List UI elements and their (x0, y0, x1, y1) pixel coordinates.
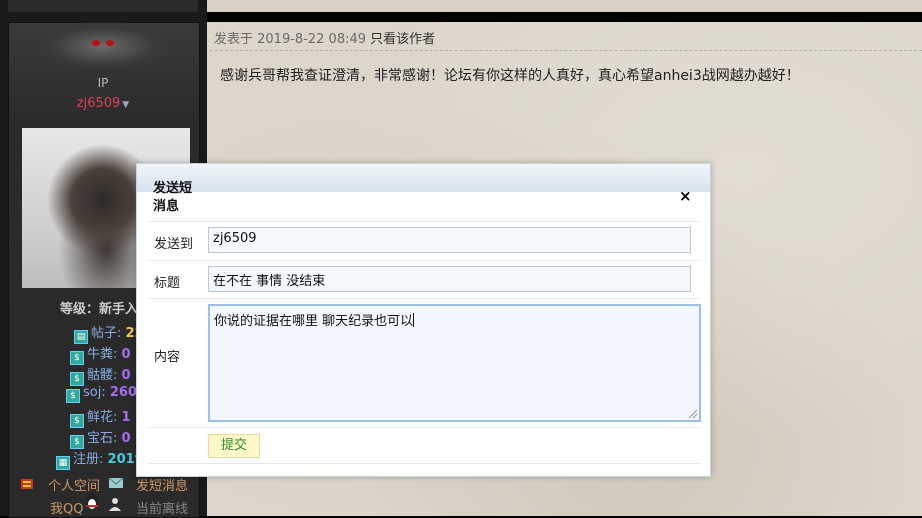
recipient-input[interactable]: zj6509 (208, 227, 691, 253)
stat-label: 骷髅: (87, 368, 118, 383)
currency-icon: $ (70, 435, 84, 449)
qq-penguin-icon[interactable] (84, 493, 98, 510)
stat-dung: $ 牛粪: 0 (70, 343, 131, 365)
mail-icon[interactable] (108, 476, 124, 490)
stat-label: 牛粪: (87, 347, 118, 362)
post-timestamp: 发表于 2019-8-22 08:49 (214, 32, 367, 47)
user-icon (108, 497, 122, 511)
ip-label: IP (97, 76, 109, 90)
post-meta: 发表于 2019-8-22 08:49 只看该作者 (214, 28, 435, 47)
stat-label: 帖子: (91, 326, 122, 341)
online-status: 当前离线 (136, 502, 189, 517)
send-message-link[interactable]: 发短消息 (136, 475, 188, 494)
close-icon[interactable]: × (679, 187, 692, 205)
content-text[interactable]: 你说的证据在哪里 聊天纪录也可以 (214, 314, 413, 329)
stat-soj: $ soj: 2606 (66, 385, 146, 403)
currency-icon: $ (70, 372, 84, 386)
top-strip (207, 0, 922, 12)
posts-icon: ▤ (74, 330, 88, 344)
stat-skull: $ 骷髅: 0 (70, 364, 131, 386)
user-grade: 等级：新手入 (60, 302, 139, 317)
post-body: 感谢兵哥帮我查证澄清，非常感谢！论坛有你这样的人真好，真心希望anhei3战网越… (220, 68, 800, 84)
recipient-label: 发送到 (154, 237, 194, 252)
submit-button[interactable]: 提交 (208, 434, 260, 458)
stat-label: 宝石: (87, 431, 118, 446)
subject-input[interactable]: 在不在 事情 没结束 (208, 266, 691, 292)
meta-divider (210, 50, 922, 51)
stat-value: 0 (121, 368, 131, 383)
personal-space-link[interactable]: 个人空间 (48, 475, 100, 494)
resize-grip-icon[interactable] (689, 410, 697, 418)
stat-label: soj: (83, 385, 106, 400)
dialog-title: 发送短消息 (153, 181, 193, 214)
home-icon[interactable] (20, 476, 34, 490)
stat-posts: ▤ 帖子: 22 (74, 322, 144, 344)
stat-gems: $ 宝石: 0 (70, 427, 131, 449)
username-text[interactable]: zj6509 (77, 96, 121, 111)
subject-label: 标题 (154, 276, 181, 291)
demon-emblem-icon (38, 22, 168, 70)
stat-flowers: $ 鲜花: 1 (70, 406, 131, 428)
row-divider (149, 298, 699, 299)
currency-icon: $ (70, 414, 84, 428)
send-message-dialog: 发送短消息 × 发送到 zj6509 标题 在不在 事情 没结束 内容 你说的证… (136, 163, 711, 477)
stat-value: 0 (121, 347, 131, 362)
only-author-link[interactable]: 只看该作者 (370, 32, 435, 47)
stat-value: 0 (121, 431, 131, 446)
row-divider (149, 427, 699, 428)
chevron-down-icon[interactable]: ▼ (122, 100, 129, 110)
stat-value: 1 (121, 410, 131, 425)
my-qq-link[interactable]: 我QQ (50, 498, 83, 517)
top-divider (207, 12, 922, 22)
row-divider (149, 260, 699, 261)
text-cursor (413, 313, 415, 327)
calendar-icon: ▦ (56, 456, 70, 470)
row-divider (149, 463, 699, 464)
content-label: 内容 (154, 350, 181, 365)
sidebar-top-strip (8, 0, 198, 12)
currency-icon: $ (70, 351, 84, 365)
dialog-header (137, 164, 710, 192)
row-divider (149, 221, 699, 222)
content-textarea[interactable]: 你说的证据在哪里 聊天纪录也可以 (208, 304, 701, 422)
stat-label: 鲜花: (87, 410, 118, 425)
currency-icon: $ (66, 389, 80, 403)
stat-registered: ▦ 注册: 2019 (56, 448, 144, 470)
stat-label: 注册: (73, 452, 104, 467)
author-username[interactable]: zj6509 ▼ (8, 96, 198, 111)
